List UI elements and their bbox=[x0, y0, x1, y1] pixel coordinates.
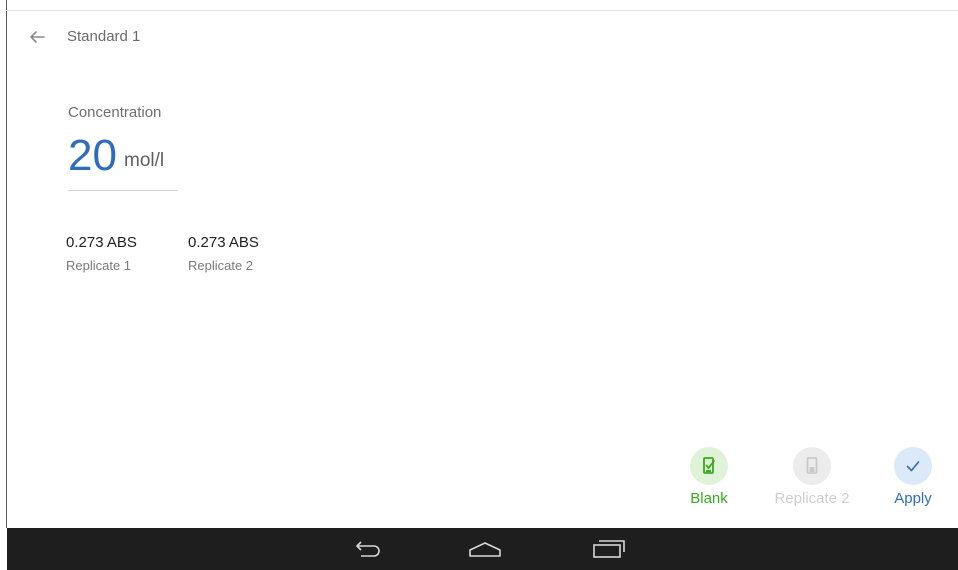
nav-back-icon[interactable] bbox=[346, 534, 390, 564]
concentration-label: Concentration bbox=[68, 104, 162, 121]
apply-label: Apply bbox=[894, 490, 932, 507]
app-screen: Standard 1 Concentration 20 mol/l 0.273 … bbox=[0, 0, 958, 570]
replicate-2-value: 0.273 ABS bbox=[188, 234, 259, 251]
nav-recents-icon[interactable] bbox=[587, 534, 631, 564]
arrow-left-icon[interactable] bbox=[25, 25, 49, 49]
concentration-unit: mol/l bbox=[124, 150, 165, 171]
system-nav-bar bbox=[7, 528, 958, 570]
app-bar: Standard 1 bbox=[7, 11, 958, 61]
blank-button[interactable]: Blank bbox=[664, 447, 754, 507]
replicate-2-button[interactable]: Replicate 2 bbox=[767, 447, 857, 507]
concentration-value[interactable]: 20 bbox=[68, 130, 117, 182]
replicate-2: 0.273 ABS Replicate 2 bbox=[188, 234, 259, 273]
apply-button[interactable]: Apply bbox=[868, 447, 958, 507]
check-icon bbox=[894, 447, 932, 485]
replicate-2-action-label: Replicate 2 bbox=[774, 490, 850, 507]
cuvette-icon bbox=[793, 447, 831, 485]
cuvette-blank-icon bbox=[690, 447, 728, 485]
replicate-2-label: Replicate 2 bbox=[188, 258, 254, 273]
replicate-1: 0.273 ABS Replicate 1 bbox=[66, 234, 137, 273]
window-edge bbox=[6, 0, 7, 528]
blank-label: Blank bbox=[690, 490, 728, 507]
concentration-field[interactable]: 20 mol/l bbox=[68, 128, 178, 191]
replicate-1-value: 0.273 ABS bbox=[66, 234, 137, 251]
nav-home-icon[interactable] bbox=[463, 534, 507, 564]
page-title: Standard 1 bbox=[67, 28, 141, 45]
replicate-1-label: Replicate 1 bbox=[66, 258, 132, 273]
